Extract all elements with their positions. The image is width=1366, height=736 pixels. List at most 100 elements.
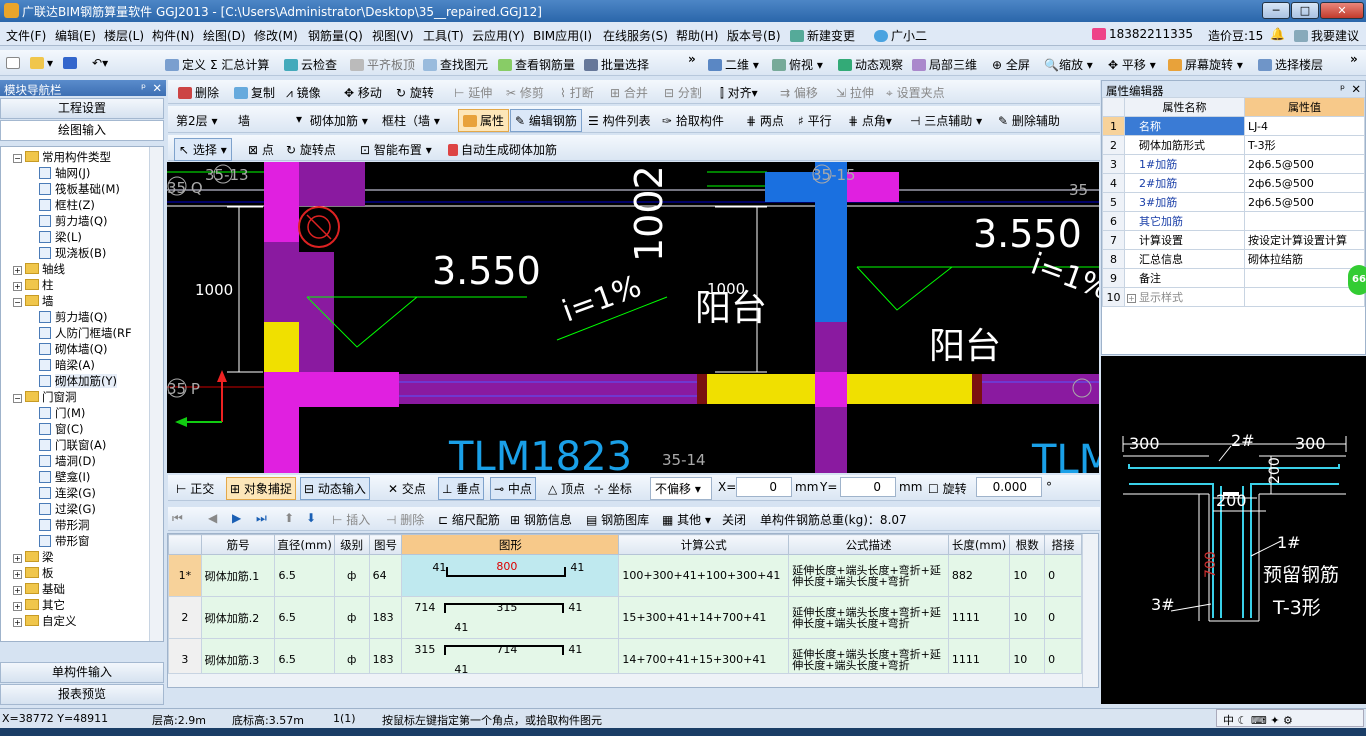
delete-aux-button[interactable]: ✎ 删除辅助: [998, 112, 1060, 129]
menu-view[interactable]: 视图(V): [372, 27, 414, 44]
y-input[interactable]: 0: [840, 477, 896, 497]
cell-length[interactable]: 882: [947, 554, 1011, 597]
stretch-button[interactable]: ⇲ 拉伸: [836, 84, 874, 101]
property-row[interactable]: 4 2#加筋 2ф6.5@500: [1102, 173, 1365, 193]
zoom-dropdown[interactable]: 🔍缩放 ▾: [1044, 56, 1093, 73]
single-component-input-button[interactable]: 单构件输入: [0, 662, 164, 683]
offset-button[interactable]: ⇉ 偏移: [780, 84, 818, 101]
cell-formula[interactable]: 15+300+41+14+700+41: [618, 596, 790, 639]
intersection-snap[interactable]: ✕ 交点: [388, 480, 426, 497]
tree-item[interactable]: 剪力墙(Q): [39, 213, 108, 229]
collapse-icon[interactable]: −: [13, 154, 22, 163]
cell-shape[interactable]: 41 800 41: [401, 554, 620, 597]
row-number[interactable]: 2: [168, 596, 202, 639]
floating-badge[interactable]: 66: [1348, 265, 1366, 295]
col-header[interactable]: 根数: [1009, 534, 1046, 555]
tree-item[interactable]: 砌体墙(Q): [39, 341, 108, 357]
menu-modify[interactable]: 修改(M): [254, 27, 298, 44]
cell-desc[interactable]: 延伸长度+端头长度+弯折+延伸长度+端头长度+弯折: [788, 596, 949, 639]
cell-name[interactable]: 砌体加筋.2: [200, 596, 276, 639]
pan-dropdown[interactable]: ✥ 平移 ▾: [1108, 56, 1156, 73]
tree-folder[interactable]: + 梁: [13, 549, 54, 565]
account-info[interactable]: 18382211335: [1092, 27, 1193, 41]
ortho-toggle[interactable]: ⊢ 正交: [176, 480, 214, 497]
extend-button[interactable]: ⊢ 延伸: [454, 84, 492, 101]
tree-item[interactable]: 梁(L): [39, 229, 82, 245]
tree-item[interactable]: 筏板基础(M): [39, 181, 120, 197]
vertex-snap[interactable]: △ 顶点: [548, 480, 585, 497]
mirror-button[interactable]: ⩘ 镜像: [286, 84, 321, 101]
tree-folder[interactable]: − 常用构件类型: [13, 149, 111, 165]
property-row[interactable]: 8 汇总信息 砌体拉结筋: [1102, 249, 1365, 269]
properties-toggle[interactable]: 属性: [458, 109, 510, 132]
cell-name[interactable]: 砌体加筋.1: [200, 554, 276, 597]
batch-select-button[interactable]: 批量选择: [584, 56, 649, 73]
cell-count[interactable]: 10: [1009, 596, 1046, 639]
save-button[interactable]: [63, 56, 80, 70]
fullscreen-button[interactable]: ⊕ 全屏: [992, 56, 1030, 73]
first-record-icon[interactable]: ⏮: [172, 511, 183, 526]
merge-button[interactable]: ⊞ 合并: [610, 84, 648, 101]
cell-fig[interactable]: 183: [368, 596, 403, 639]
tree-item[interactable]: 壁龛(I): [39, 469, 90, 485]
prop-value[interactable]: 2ф6.5@500: [1244, 154, 1365, 174]
project-settings-button[interactable]: 工程设置: [0, 98, 164, 119]
collapse-icon[interactable]: −: [13, 394, 22, 403]
drawing-input-button[interactable]: 绘图输入: [0, 120, 164, 141]
next-record-icon[interactable]: ▶: [232, 511, 241, 525]
bell-icon[interactable]: 🔔: [1270, 27, 1285, 41]
insert-button[interactable]: ⊢ 插入: [332, 511, 370, 528]
toolbar-overflow-icon[interactable]: »: [688, 52, 696, 66]
prop-value[interactable]: [1244, 287, 1365, 307]
menu-cloud[interactable]: 云应用(Y): [472, 27, 525, 44]
rotate-point-button[interactable]: ↻ 旋转点: [286, 141, 336, 158]
tree-item[interactable]: 带形窗: [39, 533, 90, 549]
coordinate-snap[interactable]: ⊹ 坐标: [594, 480, 632, 497]
tree-item[interactable]: 轴网(J): [39, 165, 90, 181]
expand-icon[interactable]: +: [13, 282, 22, 291]
component-list-button[interactable]: ☰ 构件列表: [588, 112, 651, 129]
tree-folder[interactable]: + 自定义: [13, 613, 77, 629]
rebar-info-button[interactable]: ⊞ 钢筋信息: [510, 511, 572, 528]
tree-folder[interactable]: + 其它: [13, 597, 65, 613]
property-row[interactable]: 5 3#加筋 2ф6.5@500: [1102, 192, 1365, 212]
offset-mode-select[interactable]: 不偏移 ▾: [650, 477, 712, 500]
table-row[interactable]: 2 砌体加筋.2 6.5 ф 183 714 315 41 41 15+300+…: [168, 596, 1082, 639]
tree-item[interactable]: 过梁(G): [39, 501, 96, 517]
prop-value[interactable]: 2ф6.5@500: [1244, 173, 1365, 193]
trim-button[interactable]: ✂ 修剪: [506, 84, 544, 101]
view-2d-dropdown[interactable]: 二维 ▾: [708, 56, 759, 73]
expand-icon[interactable]: +: [13, 618, 22, 627]
summary-calc-button[interactable]: Σ 汇总计算: [210, 56, 269, 73]
menu-floor[interactable]: 楼层(L): [104, 27, 144, 44]
prop-value[interactable]: 砌体拉结筋: [1244, 249, 1365, 269]
break-button[interactable]: ⌇ 打断: [560, 84, 594, 101]
category-select[interactable]: 墙: [238, 112, 300, 129]
tree-item[interactable]: 墙洞(D): [39, 453, 96, 469]
menu-new-change[interactable]: 新建变更: [790, 27, 855, 44]
screen-rotate-dropdown[interactable]: 屏幕旋转 ▾: [1168, 56, 1243, 73]
close-grid-button[interactable]: 关闭: [722, 511, 746, 528]
undo-button[interactable]: ↶▾: [92, 56, 108, 70]
expand-icon[interactable]: +: [13, 554, 22, 563]
cell-count[interactable]: 10: [1009, 554, 1046, 597]
parallel-button[interactable]: ♯ 平行: [798, 112, 832, 129]
property-row[interactable]: 6 其它加筋: [1102, 211, 1365, 231]
tree-scrollbar[interactable]: [149, 147, 163, 641]
suggest-button[interactable]: 我要建议: [1294, 27, 1359, 44]
type-select[interactable]: 砌体加筋 ▾: [310, 112, 368, 129]
property-row[interactable]: 9 备注: [1102, 268, 1365, 288]
row-number[interactable]: 1*: [168, 554, 202, 597]
menu-draw[interactable]: 绘图(D): [203, 27, 246, 44]
smart-layout-dropdown[interactable]: ⊡ 智能布置 ▾: [360, 141, 432, 158]
rebar-library-button[interactable]: ▤ 钢筋图库: [586, 511, 649, 528]
col-header[interactable]: 长度(mm): [947, 534, 1011, 555]
menu-help[interactable]: 帮助(H): [676, 27, 718, 44]
cell-fig[interactable]: 64: [368, 554, 403, 597]
expand-icon[interactable]: +: [13, 586, 22, 595]
open-file-button[interactable]: ▾: [30, 56, 53, 70]
collapse-icon[interactable]: −: [13, 298, 22, 307]
ime-toolbar[interactable]: 中 ☾ ⌨ ✦ ⚙: [1216, 709, 1364, 727]
tree-folder[interactable]: + 柱: [13, 277, 54, 293]
tree-item[interactable]: 剪力墙(Q): [39, 309, 108, 325]
